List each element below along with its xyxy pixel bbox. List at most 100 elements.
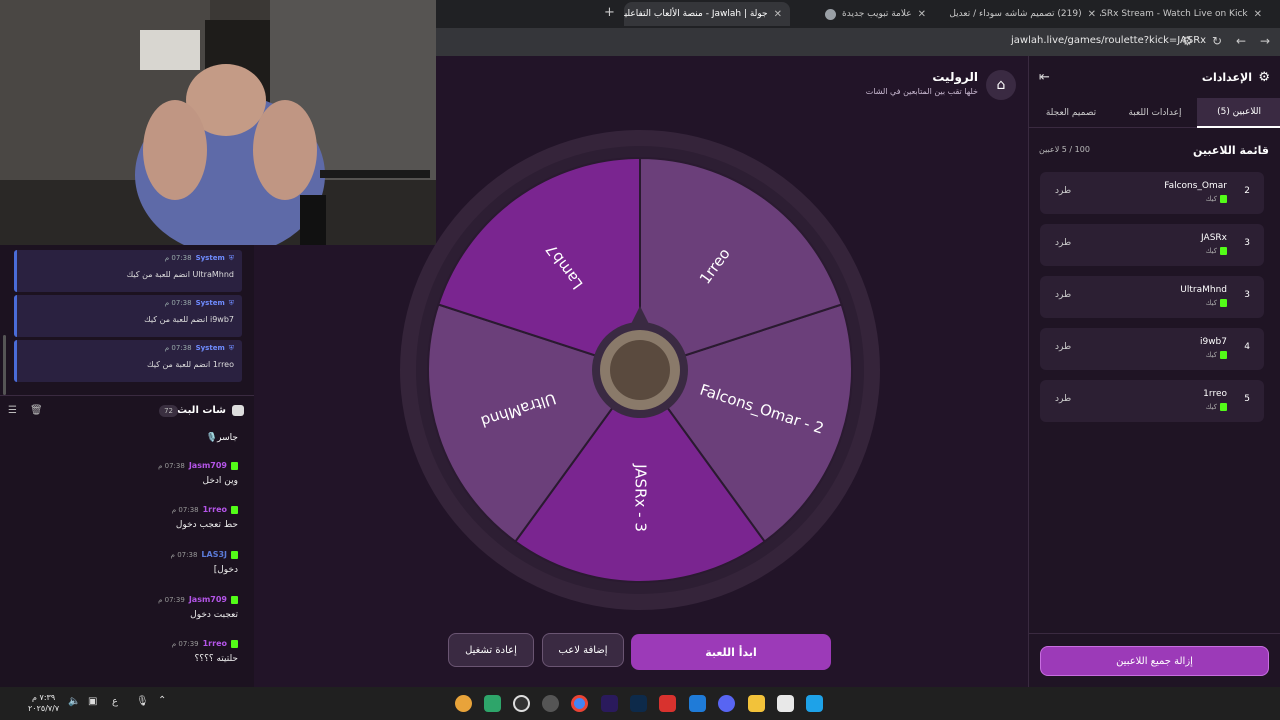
close-icon[interactable]: ✕ xyxy=(918,9,926,20)
sidebar-toggle-icon[interactable]: ☰ xyxy=(8,405,17,416)
sidebar-divider xyxy=(1029,633,1280,634)
tab-new-tab[interactable]: ✕ علامة تبويب جديدة xyxy=(784,2,934,26)
remove-all-players-button[interactable]: إزالة جميع اللاعبين xyxy=(1040,646,1269,676)
kick-icon xyxy=(231,595,238,604)
collapse-panel-icon[interactable]: ⇤ xyxy=(1039,70,1050,85)
chat-header: شات البث 72 🗑 ☰ xyxy=(0,403,254,425)
chat-divider xyxy=(0,395,254,396)
message-time: 07:38 م xyxy=(164,254,192,262)
player-row: 4 i9wb7 كيك طرد xyxy=(1040,328,1264,370)
kick-icon xyxy=(1220,403,1227,411)
address-bar: jawlah.live/games/roulette?kick=JASRx ⚙ … xyxy=(436,28,1280,56)
clock[interactable]: ٧:٣٩ م ٢٠٢٥/٧/٧ xyxy=(28,692,59,714)
tab-game-settings[interactable]: إعدادات اللعبة xyxy=(1113,98,1197,128)
chat-scrollbar[interactable] xyxy=(3,335,6,395)
home-button[interactable]: ⌂ xyxy=(986,70,1016,100)
username[interactable]: Jasm709 xyxy=(189,461,227,470)
kick-icon xyxy=(231,639,238,648)
language-indicator[interactable]: ع xyxy=(112,696,118,707)
roulette-wheel[interactable]: Falcons_Omar - 2JASRx - 3UltraMhndLamb7 1… xyxy=(400,130,880,610)
mail-icon[interactable] xyxy=(689,695,706,712)
network-icon[interactable]: ▣ xyxy=(88,696,97,707)
chrome-icon[interactable] xyxy=(571,695,588,712)
settings-gear-icon[interactable] xyxy=(542,695,559,712)
reload-icon[interactable]: ↻ xyxy=(1212,34,1222,48)
trash-icon[interactable]: 🗑 xyxy=(30,405,43,416)
player-name: UltraMhnd xyxy=(1180,285,1227,295)
player-number: 3 xyxy=(1244,290,1250,300)
forward-icon[interactable]: ← xyxy=(1236,34,1246,48)
tab-kick[interactable]: ✕ JASRx Stream - Watch Live on Kick xyxy=(1100,2,1270,26)
username[interactable]: 1rreo xyxy=(203,505,227,514)
player-source-label: كيك xyxy=(1205,403,1217,411)
message-time: 07:38 م xyxy=(170,550,198,559)
restart-button[interactable]: إعادة تشغيل xyxy=(448,633,534,667)
green-app-icon[interactable] xyxy=(484,695,501,712)
kick-icon xyxy=(1220,247,1227,255)
player-source: كيك xyxy=(1206,195,1227,203)
username[interactable]: Jasm709 xyxy=(189,595,227,604)
tune-icon[interactable]: ⚙ xyxy=(1182,34,1193,48)
home-icon: ⌂ xyxy=(996,77,1006,93)
player-name: 1rreo xyxy=(1203,389,1227,399)
tab-title: (219) تصميم شاشه سوداء / تعديل xyxy=(949,9,1082,19)
player-name: JASRx xyxy=(1201,233,1227,243)
settings-sidebar: ⚙ الإعدادات ⇤ اللاعبين (5) إعدادات اللعب… xyxy=(1028,56,1280,687)
chat-count-badge: 72 xyxy=(159,405,178,417)
browser-tab-bar: + ✕ جولة | Jawlah - منصة الألعاب التفاعل… xyxy=(436,0,1280,28)
stream-chat-panel: ⛨ System 07:38 م UltraMhnd انضم للعبة من… xyxy=(0,245,254,687)
message-text: وين ادخل xyxy=(202,476,238,486)
username[interactable]: 1rreo xyxy=(203,639,227,648)
folder-icon[interactable] xyxy=(748,695,765,712)
close-icon[interactable]: ✕ xyxy=(774,9,782,20)
store-icon[interactable] xyxy=(777,695,794,712)
back-icon[interactable]: → xyxy=(1260,34,1270,48)
tab-wheel-design[interactable]: تصميم العجلة xyxy=(1029,98,1113,128)
tab-youtube[interactable]: ✕ (219) تصميم شاشه سوداء / تعديل xyxy=(946,2,1104,26)
system-name: System xyxy=(195,299,225,307)
windows-start-icon[interactable] xyxy=(806,695,823,712)
start-game-button[interactable]: ابدأ اللعبة xyxy=(631,634,831,670)
tab-players[interactable]: اللاعبين (5) xyxy=(1197,98,1280,128)
game-title: الروليت xyxy=(932,70,978,84)
volume-icon[interactable]: 🔈 xyxy=(68,696,80,707)
kick-player-button[interactable]: طرد xyxy=(1055,290,1071,300)
message-text: 1rreo انضم للعبة من كيك xyxy=(146,360,234,369)
player-number: 3 xyxy=(1244,238,1250,248)
kick-player-button[interactable]: طرد xyxy=(1055,238,1071,248)
tab-title: JASRx Stream - Watch Live on Kick xyxy=(1100,9,1248,19)
chrome-canary-icon[interactable] xyxy=(455,695,472,712)
message-time: 07:38 م xyxy=(164,344,192,352)
message-time: 07:38 م xyxy=(164,299,192,307)
kick-player-button[interactable]: طرد xyxy=(1055,342,1071,352)
message-time: 07:39 م xyxy=(158,595,185,604)
message-text: i9wb7 انضم للعبة من كيك xyxy=(144,315,234,324)
settings-title: الإعدادات xyxy=(1201,71,1252,84)
microphone-icon[interactable]: 🎙 xyxy=(136,696,149,707)
player-number: 2 xyxy=(1244,186,1250,196)
chevron-up-icon[interactable]: ⌃ xyxy=(158,695,166,706)
player-source-label: كيك xyxy=(1205,195,1217,203)
new-tab-button[interactable]: + xyxy=(604,5,615,20)
username[interactable]: LAS3J xyxy=(201,550,227,559)
discord-icon[interactable] xyxy=(718,695,735,712)
player-name: Falcons_Omar xyxy=(1164,181,1227,191)
photoshop-icon[interactable] xyxy=(630,695,647,712)
red-app-icon[interactable] xyxy=(659,695,676,712)
add-player-button[interactable]: إضافة لاعب xyxy=(542,633,624,667)
premiere-icon[interactable] xyxy=(601,695,618,712)
kick-player-button[interactable]: طرد xyxy=(1055,394,1071,404)
kick-player-button[interactable]: طرد xyxy=(1055,186,1071,196)
message-time: 07:38 م xyxy=(171,505,199,514)
gear-icon: ⚙ xyxy=(1258,70,1270,85)
message-time: 07:39 م xyxy=(171,639,199,648)
wheel-segment-label: JASRx - 3 xyxy=(632,463,650,532)
tab-jawlah[interactable]: ✕ جولة | Jawlah - منصة الألعاب التفاعلية xyxy=(624,2,790,26)
close-icon[interactable]: ✕ xyxy=(1254,9,1262,20)
close-icon[interactable]: ✕ xyxy=(1088,9,1096,20)
chat-first-line: جاسر🎙️ xyxy=(205,433,238,443)
obs-icon[interactable] xyxy=(513,695,530,712)
chat-icon xyxy=(232,405,244,416)
player-source: كيك xyxy=(1206,247,1227,255)
url-text[interactable]: jawlah.live/games/roulette?kick=JASRx xyxy=(1011,35,1206,46)
